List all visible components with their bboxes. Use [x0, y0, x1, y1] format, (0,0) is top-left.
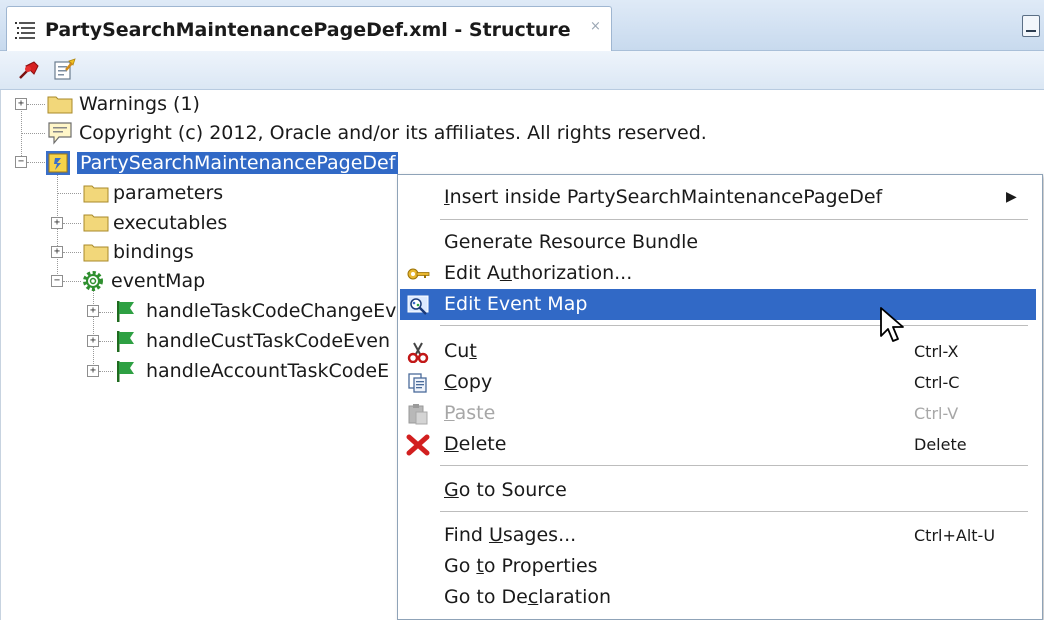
menu-item-generate-resource-bundle[interactable]: Generate Resource Bundle: [400, 227, 1036, 258]
tab-bar: PartySearchMaintenancePageDef.xml - Stru…: [0, 0, 1044, 51]
submenu-arrow-icon: ▶: [1006, 189, 1017, 205]
shortcut-label: Delete: [914, 435, 967, 454]
tree-node-bindings[interactable]: bindings: [113, 239, 194, 265]
page-definition-icon: [46, 151, 70, 175]
minimize-icon[interactable]: [1022, 15, 1040, 37]
structure-icon: [15, 22, 35, 39]
scissors-icon: [407, 342, 429, 363]
tree-connector: [57, 193, 81, 194]
menu-item-insert-inside[interactable]: Insert inside PartySearchMaintenancePage…: [400, 182, 1036, 213]
tree-connector: [63, 252, 81, 253]
menu-item-delete[interactable]: Delete Delete: [400, 429, 1036, 460]
folder-icon: [83, 185, 109, 203]
menu-item-label: Generate Resource Bundle: [444, 231, 699, 253]
toolbar: [0, 51, 1044, 90]
expand-icon[interactable]: +: [51, 246, 63, 258]
tree-node-copyright[interactable]: Copyright (c) 2012, Oracle and/or its af…: [79, 120, 707, 146]
expand-icon[interactable]: +: [87, 335, 99, 347]
tree-node-warnings[interactable]: Warnings (1): [79, 91, 200, 117]
tree-connector: [27, 104, 45, 105]
context-menu: Insert inside PartySearchMaintenancePage…: [397, 174, 1043, 620]
menu-item-cut[interactable]: Cut Ctrl-X: [400, 336, 1036, 367]
menu-item-find-usages[interactable]: Find Usages... Ctrl+Alt-U: [400, 520, 1036, 551]
menu-item-label: Copy: [444, 371, 493, 393]
tab-structure[interactable]: PartySearchMaintenancePageDef.xml - Stru…: [6, 6, 612, 51]
pin-icon[interactable]: [16, 58, 42, 82]
tab-title: PartySearchMaintenancePageDef.xml - Stru…: [45, 19, 571, 41]
tree-node-parameters[interactable]: parameters: [113, 180, 223, 206]
menu-separator: [440, 219, 1028, 221]
menu-item-label: Find Usages...: [444, 524, 577, 546]
flag-icon: [117, 331, 134, 352]
event-map-icon: [407, 295, 429, 315]
menu-item-edit-authorization[interactable]: Edit Authorization...: [400, 258, 1036, 289]
delete-icon: [406, 434, 430, 456]
tree-connector: [99, 341, 113, 342]
tree-connector: [93, 288, 94, 372]
shortcut-label: Ctrl-C: [914, 373, 960, 392]
menu-item-label: Paste: [444, 402, 496, 424]
edit-document-icon[interactable]: [52, 58, 78, 82]
folder-icon: [83, 244, 109, 262]
menu-item-label: Edit Event Map: [444, 293, 588, 315]
gear-icon: [83, 271, 103, 291]
collapse-icon[interactable]: −: [15, 156, 27, 168]
copy-icon: [408, 373, 427, 393]
expand-icon[interactable]: +: [15, 98, 27, 110]
tree-node-root[interactable]: PartySearchMaintenancePageDef: [77, 150, 399, 176]
menu-item-label: Insert inside PartySearchMaintenancePage…: [444, 186, 883, 208]
expand-icon[interactable]: +: [51, 217, 63, 229]
folder-icon: [83, 214, 109, 232]
menu-item-label: Go to Properties: [444, 555, 598, 577]
menu-item-label: Cut: [444, 340, 477, 362]
expand-icon[interactable]: +: [87, 305, 99, 317]
collapse-icon[interactable]: −: [51, 275, 63, 287]
shortcut-label: Ctrl-X: [914, 342, 959, 361]
tree-node-event[interactable]: handleAccountTaskCodeE: [146, 358, 389, 384]
menu-item-label: Go to Declaration: [444, 586, 612, 608]
tree-connector: [63, 223, 81, 224]
menu-item-go-to-declaration[interactable]: Go to Declaration: [400, 582, 1036, 613]
menu-separator: [440, 511, 1028, 513]
tree-node-event[interactable]: handleTaskCodeChangeEv: [146, 298, 396, 324]
comment-icon: [48, 122, 72, 145]
tree-node-event[interactable]: handleCustTaskCodeEven: [146, 328, 390, 354]
menu-item-label: Delete: [444, 433, 507, 455]
close-icon[interactable]: ×: [590, 19, 601, 34]
menu-item-copy[interactable]: Copy Ctrl-C: [400, 367, 1036, 398]
paste-icon: [408, 404, 428, 425]
tree-connector: [21, 133, 45, 134]
shortcut-label: Ctrl-V: [914, 404, 959, 423]
tree-connector: [63, 281, 81, 282]
tree-node-executables[interactable]: executables: [113, 210, 227, 236]
menu-item-label: Go to Source: [444, 479, 567, 501]
menu-separator: [440, 325, 1028, 327]
menu-separator: [440, 465, 1028, 467]
shortcut-label: Ctrl+Alt-U: [914, 526, 996, 545]
folder-icon: [47, 96, 73, 114]
menu-item-label: Edit Authorization...: [444, 262, 633, 284]
key-icon: [407, 268, 430, 280]
menu-item-go-to-properties[interactable]: Go to Properties: [400, 551, 1036, 582]
tree-connector: [99, 371, 113, 372]
expand-icon[interactable]: +: [87, 365, 99, 377]
menu-item-go-to-source[interactable]: Go to Source: [400, 475, 1036, 506]
menu-item-edit-event-map[interactable]: Edit Event Map: [400, 289, 1036, 320]
tree-node-root-label: PartySearchMaintenancePageDef: [77, 152, 399, 174]
structure-window: PartySearchMaintenancePageDef.xml - Stru…: [0, 0, 1044, 620]
flag-icon: [117, 301, 134, 322]
tree-connector: [99, 312, 113, 313]
menu-item-paste[interactable]: Paste Ctrl-V: [400, 398, 1036, 429]
tree-connector: [27, 162, 45, 163]
flag-icon: [117, 361, 134, 382]
tree-node-eventmap[interactable]: eventMap: [111, 268, 205, 294]
